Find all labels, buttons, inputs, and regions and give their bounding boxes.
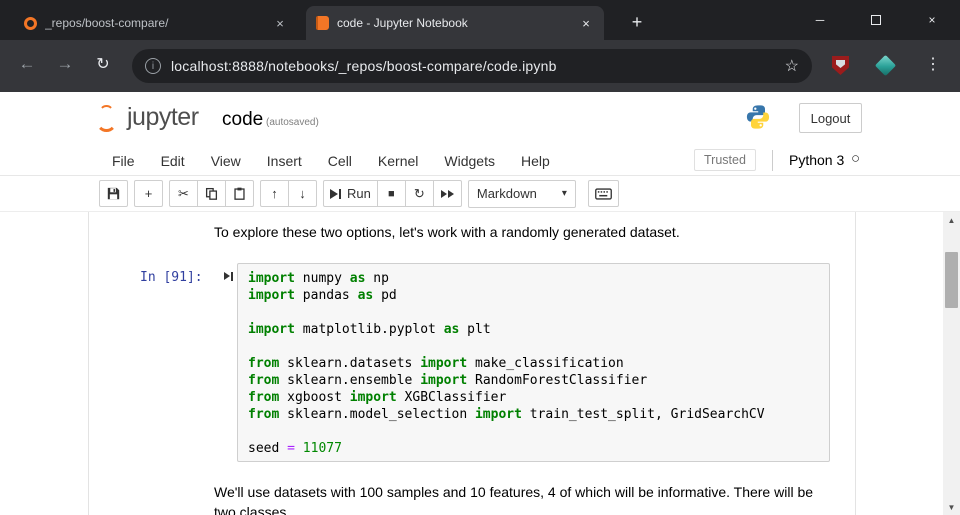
browser-menu-icon[interactable]: ⋮ — [920, 54, 946, 74]
move-cell-up-button[interactable]: ↑ — [260, 180, 289, 207]
close-icon: × — [928, 13, 936, 27]
bookmark-star-icon[interactable]: ☆ — [785, 56, 799, 76]
copy-cell-button[interactable] — [197, 180, 226, 207]
jupyter-logo-icon — [94, 105, 120, 132]
notebook-site: To explore these two options, let's work… — [0, 211, 960, 515]
scissors-icon: ✂ — [178, 185, 189, 201]
browser-navbar: ← → ↻ i localhost:8888/notebooks/_repos/… — [0, 40, 960, 92]
notebook-menubar: File Edit View Insert Cell Kernel Widget… — [0, 146, 960, 176]
markdown-cell-datasets[interactable]: We'll use datasets with 100 samples and … — [214, 482, 813, 515]
close-tab-icon[interactable]: × — [578, 16, 594, 31]
tab-title: _repos/boost-compare/ — [45, 16, 169, 30]
notebook-toolbar: + ✂ ↑ ↓ Run ■ ↻ Markdown ▾ — [0, 176, 960, 211]
trusted-badge[interactable]: Trusted — [694, 149, 756, 171]
menu-edit[interactable]: Edit — [148, 146, 198, 176]
browser-tab-notebook[interactable]: code - Jupyter Notebook × — [306, 6, 604, 40]
maximize-icon — [871, 15, 881, 25]
close-button[interactable]: × — [904, 0, 960, 40]
browser-titlebar: _repos/boost-compare/ × code - Jupyter N… — [0, 0, 960, 40]
chevron-down-icon: ▾ — [561, 188, 567, 199]
reload-button[interactable]: ↻ — [90, 54, 116, 74]
run-cell-icon[interactable] — [224, 270, 233, 282]
cut-cell-button[interactable]: ✂ — [169, 180, 198, 207]
browser-tab-directory[interactable]: _repos/boost-compare/ × — [14, 6, 298, 40]
minimize-icon: ─ — [815, 13, 825, 27]
arrow-down-icon: ↓ — [299, 186, 306, 201]
restart-kernel-button[interactable]: ↻ — [404, 180, 434, 207]
checkpoint-status: (autosaved) — [266, 117, 319, 128]
markdown-cell-intro[interactable]: To explore these two options, let's work… — [214, 224, 680, 240]
new-tab-button[interactable]: + — [624, 9, 650, 35]
site-info-icon[interactable]: i — [145, 58, 161, 74]
jupyter-logo[interactable]: jupyter — [94, 105, 199, 132]
ublock-extension-icon[interactable] — [832, 56, 849, 75]
fast-forward-icon — [440, 189, 447, 198]
menu-kernel[interactable]: Kernel — [365, 146, 431, 176]
minimize-button[interactable]: ─ — [792, 0, 848, 40]
paste-cell-button[interactable] — [225, 180, 254, 207]
forward-button[interactable]: → — [52, 54, 78, 74]
run-cell-button[interactable]: Run — [323, 180, 378, 207]
browser-window: _repos/boost-compare/ × code - Jupyter N… — [0, 0, 960, 515]
menu-cell[interactable]: Cell — [315, 146, 365, 176]
copy-icon — [205, 187, 218, 200]
scrollbar-thumb[interactable] — [945, 252, 958, 308]
tab-title: code - Jupyter Notebook — [337, 16, 468, 30]
menu-file[interactable]: File — [99, 146, 148, 176]
save-button[interactable] — [99, 180, 128, 207]
restart-run-all-button[interactable] — [432, 180, 462, 207]
markdown-line: We'll use datasets with 100 samples and … — [214, 484, 814, 500]
interrupt-kernel-button[interactable]: ■ — [376, 180, 406, 207]
menu-insert[interactable]: Insert — [254, 146, 315, 176]
paste-icon — [234, 187, 245, 200]
notebook-favicon — [316, 16, 329, 30]
notebook-title[interactable]: code — [222, 109, 263, 131]
diamond-extension-icon[interactable] — [874, 54, 897, 77]
menu-view[interactable]: View — [198, 146, 254, 176]
code-editor[interactable]: import numpy as np import pandas as pd im… — [237, 263, 830, 462]
scroll-down-icon[interactable]: ▼ — [943, 499, 960, 515]
url-text: localhost:8888/notebooks/_repos/boost-co… — [171, 58, 557, 74]
cell-type-value: Markdown — [476, 186, 537, 201]
jupyter-header: jupyter code (autosaved) Logout — [0, 92, 960, 146]
restart-icon: ↻ — [413, 185, 425, 201]
run-label: Run — [347, 186, 371, 201]
cell-input-prompt: In [91]: — [140, 270, 203, 285]
python-logo-icon — [744, 103, 772, 136]
arrow-up-icon: ↑ — [271, 186, 278, 201]
page-scrollbar[interactable]: ▲ ▼ — [943, 212, 960, 515]
menu-help[interactable]: Help — [508, 146, 563, 176]
maximize-button[interactable] — [848, 0, 904, 40]
markdown-line: two classes — [214, 504, 287, 515]
add-cell-button[interactable]: + — [134, 180, 163, 207]
save-icon — [107, 187, 120, 200]
scroll-up-icon[interactable]: ▲ — [943, 212, 960, 228]
move-cell-down-button[interactable]: ↓ — [288, 180, 317, 207]
address-bar[interactable]: i localhost:8888/notebooks/_repos/boost-… — [132, 49, 812, 83]
command-palette-button[interactable] — [587, 180, 619, 207]
plus-icon: + — [144, 186, 153, 201]
kernel-name: Python 3 — [789, 152, 845, 168]
back-button[interactable]: ← — [14, 54, 40, 74]
close-tab-icon[interactable]: × — [272, 16, 288, 31]
stop-icon: ■ — [388, 187, 395, 200]
logout-button[interactable]: Logout — [799, 103, 862, 133]
cell-type-dropdown[interactable]: Markdown ▾ — [467, 179, 576, 208]
run-icon — [330, 188, 338, 199]
jupyter-logo-text: jupyter — [127, 103, 199, 131]
menu-widgets[interactable]: Widgets — [431, 146, 508, 176]
jupyter-favicon — [24, 16, 37, 30]
keyboard-icon — [594, 187, 612, 200]
window-controls: ─ × — [792, 0, 960, 40]
kernel-idle-icon: ○ — [851, 150, 861, 167]
kernel-separator — [772, 150, 773, 171]
